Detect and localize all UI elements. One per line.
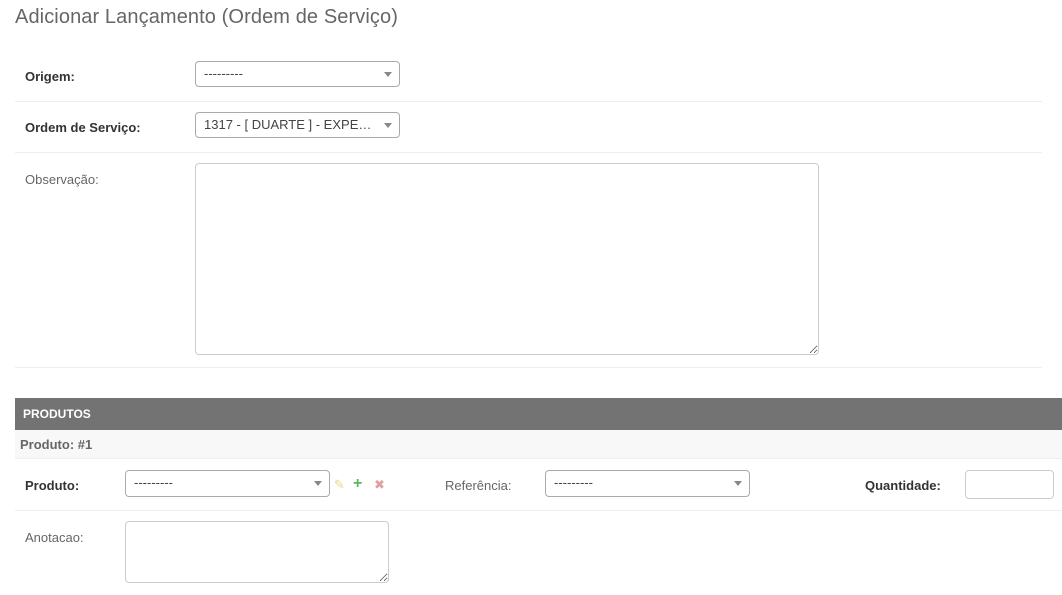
ordem-servico-select[interactable]: 1317 - [ DUARTE ] - EXPEDI...: [195, 112, 400, 138]
anotacao-textarea[interactable]: [125, 521, 389, 583]
observacao-row: Observação:: [15, 152, 1042, 368]
ordem-servico-row: Ordem de Serviço: 1317 - [ DUARTE ] - EX…: [15, 101, 1042, 153]
chevron-down-icon: [384, 72, 392, 77]
produto-inline-title: Produto: #1: [15, 430, 1062, 459]
pencil-icon[interactable]: ✎: [334, 478, 345, 491]
quantidade-label: Quantidade:: [865, 478, 941, 493]
ordem-servico-select-value: 1317 - [ DUARTE ] - EXPEDI...: [204, 117, 383, 132]
observacao-label: Observação:: [25, 172, 99, 187]
plus-icon[interactable]: +: [353, 476, 362, 492]
produto-select-value: ---------: [134, 475, 173, 490]
produtos-section-header: PRODUTOS: [15, 398, 1062, 430]
anotacao-row: Anotacao:: [15, 510, 1062, 595]
page-title: Adicionar Lançamento (Ordem de Serviço): [15, 6, 398, 28]
ordem-servico-label: Ordem de Serviço:: [25, 120, 141, 135]
origem-select-value: ---------: [204, 66, 243, 81]
origem-select[interactable]: ---------: [195, 61, 400, 87]
referencia-select[interactable]: ---------: [545, 470, 750, 497]
origem-row: Origem: ---------: [15, 50, 1042, 102]
anotacao-label: Anotacao:: [25, 530, 84, 545]
chevron-down-icon: [314, 481, 322, 486]
close-icon[interactable]: ✖: [374, 478, 385, 491]
observacao-textarea[interactable]: [195, 163, 819, 355]
produto-label: Produto:: [25, 478, 80, 493]
referencia-select-value: ---------: [554, 475, 593, 490]
chevron-down-icon: [734, 481, 742, 486]
quantidade-input[interactable]: [965, 470, 1054, 499]
produto-inline-row: Produto: --------- ✎ + ✖ Referência: ---…: [15, 459, 1062, 511]
origem-label: Origem:: [25, 69, 75, 84]
referencia-label: Referência:: [445, 478, 512, 493]
produto-select[interactable]: ---------: [125, 470, 330, 497]
chevron-down-icon: [384, 123, 392, 128]
